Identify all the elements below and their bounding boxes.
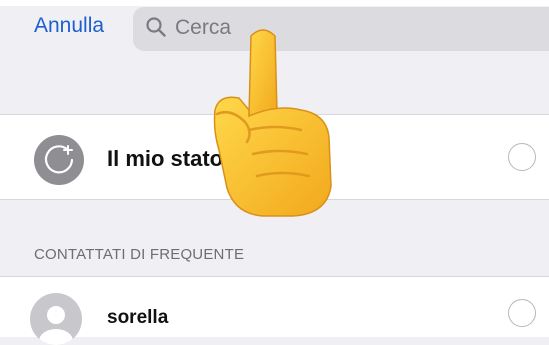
contact-row[interactable]: sorella — [0, 276, 549, 345]
status-select-radio[interactable] — [508, 143, 536, 171]
section-header-frequent: CONTATTATI DI FREQUENTE — [34, 246, 245, 263]
contact-avatar — [30, 293, 82, 345]
top-edge — [0, 0, 549, 6]
search-icon — [146, 17, 166, 37]
person-icon — [39, 306, 73, 345]
pointing-hand-emoji — [213, 29, 332, 217]
contact-name: sorella — [107, 307, 169, 328]
cancel-button[interactable]: Annulla — [34, 14, 104, 38]
contact-select-radio[interactable] — [508, 299, 536, 327]
status-add-icon — [44, 145, 74, 174]
status-avatar — [34, 135, 84, 185]
